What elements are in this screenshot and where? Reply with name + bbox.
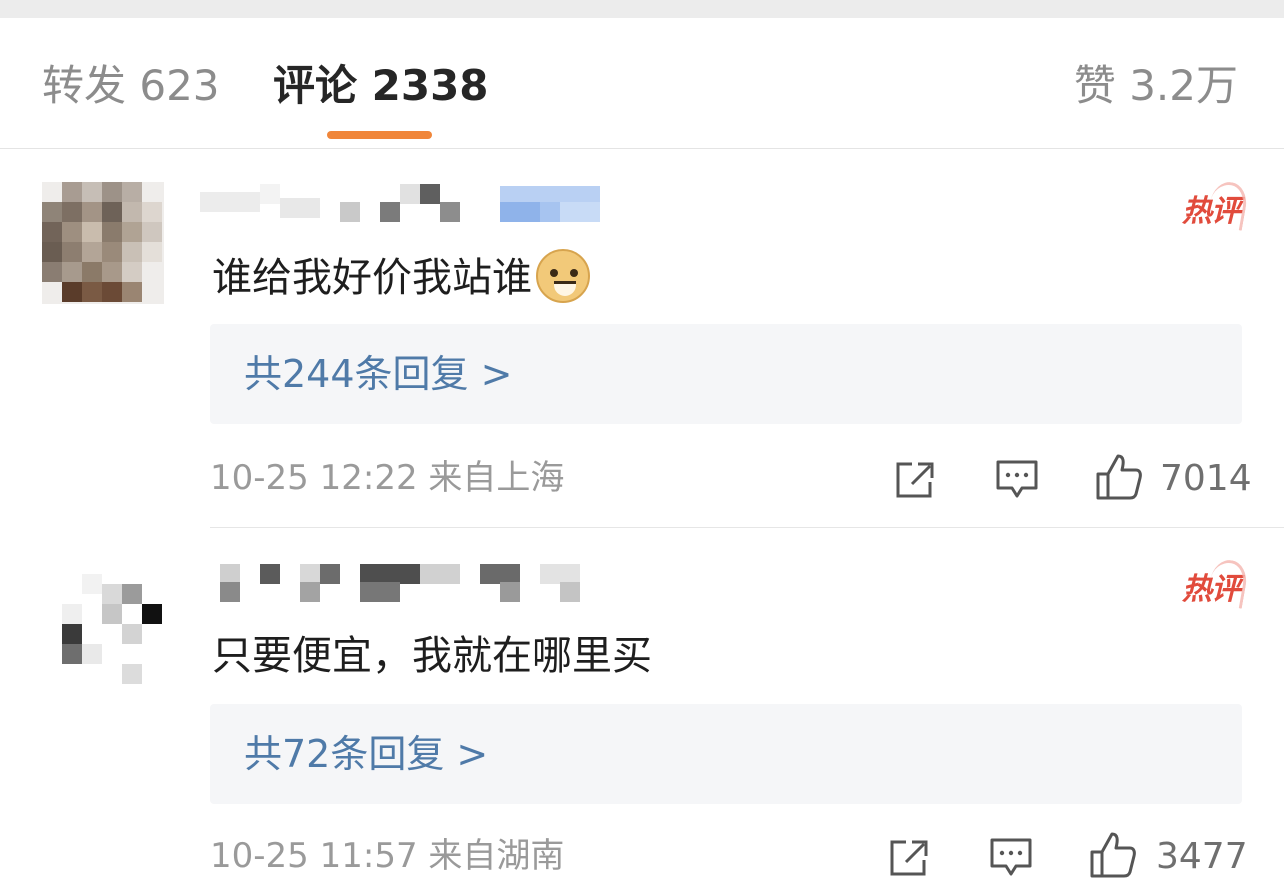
tab-likes[interactable]: 赞 3.2万 bbox=[1074, 60, 1238, 112]
username-redacted[interactable] bbox=[200, 180, 620, 224]
like-count: 3477 bbox=[1156, 836, 1248, 877]
tab-comments[interactable]: 评论 2338 bbox=[273, 60, 489, 112]
tab-bar: 转发 623 评论 2338 赞 3.2万 bbox=[0, 18, 1284, 149]
avatar[interactable] bbox=[42, 564, 164, 686]
comment-meta: 10-25 12:22 来自上海 bbox=[210, 458, 565, 498]
status-strip bbox=[0, 0, 1284, 18]
comment-icon[interactable] bbox=[994, 456, 1040, 502]
hot-comment-badge: 热评 bbox=[1182, 557, 1250, 610]
comment-item: 热评 只要便宜，我就在哪里买 共72条回复 > 10-25 11:57 来自湖南… bbox=[0, 528, 1284, 885]
thumbs-up-icon[interactable] bbox=[1094, 452, 1144, 502]
comment-text: 只要便宜，我就在哪里买 bbox=[212, 633, 652, 679]
share-icon[interactable] bbox=[886, 834, 932, 880]
like-count: 7014 bbox=[1160, 458, 1252, 499]
comment-item: 热评 谁给我好价我站谁 共244条回复 > 10-25 12:22 来自上海 7… bbox=[0, 150, 1284, 528]
hot-comment-badge: 热评 bbox=[1182, 179, 1250, 232]
replies-count: 共244条回复 > bbox=[244, 352, 513, 396]
avatar[interactable] bbox=[42, 182, 164, 304]
replies-count: 共72条回复 > bbox=[244, 732, 489, 776]
comment-text: 谁给我好价我站谁 bbox=[212, 249, 590, 306]
share-icon[interactable] bbox=[892, 456, 938, 502]
comment-icon[interactable] bbox=[988, 834, 1034, 880]
username-redacted[interactable] bbox=[200, 558, 620, 602]
active-tab-indicator bbox=[327, 131, 432, 139]
replies-link[interactable]: 共72条回复 > bbox=[210, 704, 1242, 804]
thumbs-up-icon[interactable] bbox=[1088, 830, 1138, 880]
replies-link[interactable]: 共244条回复 > bbox=[210, 324, 1242, 424]
comment-meta: 10-25 11:57 来自湖南 bbox=[210, 836, 565, 876]
doge-emoji-icon bbox=[536, 249, 590, 303]
tab-repost[interactable]: 转发 623 bbox=[42, 60, 220, 112]
